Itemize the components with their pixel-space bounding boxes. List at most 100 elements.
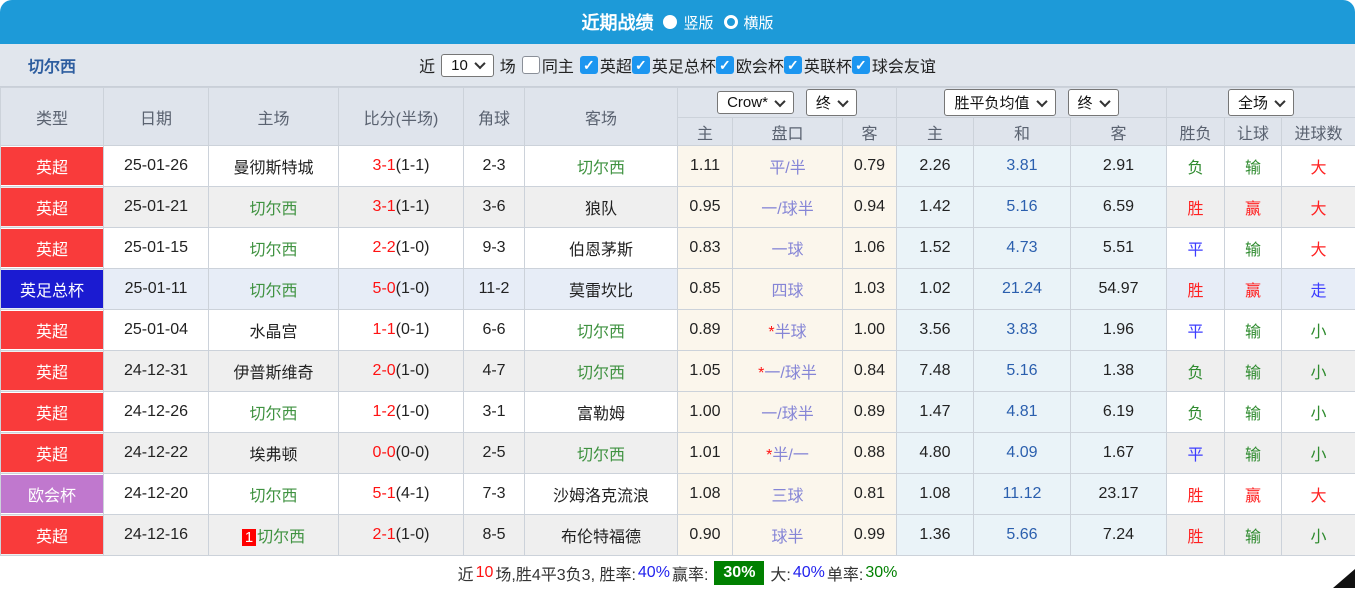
- competition-checkbox[interactable]: ✓: [716, 56, 734, 74]
- corner-cell: 3-6: [464, 187, 525, 228]
- near-label: 近: [419, 53, 435, 77]
- handicap-value: 球半: [771, 529, 803, 546]
- crow-home-odds-cell: 1.01: [678, 433, 733, 474]
- sub-header-avg-home: 主: [897, 118, 974, 146]
- competition-checkbox[interactable]: ✓: [784, 56, 802, 74]
- team-name: 切尔西: [577, 324, 625, 341]
- competition-badge: 英超: [1, 229, 103, 267]
- summary-segment: 30%: [714, 561, 764, 585]
- team-name: 切尔西: [249, 488, 297, 505]
- avg-draw-odds-cell: 11.12: [974, 474, 1071, 515]
- score-cell: 1-2(1-0): [339, 392, 464, 433]
- full-time-score: 1-1: [373, 321, 396, 338]
- competition-filter[interactable]: ✓欧会杯: [716, 53, 784, 77]
- home-team-cell: 切尔西: [209, 392, 339, 433]
- same-home-label: 同主: [542, 53, 574, 77]
- avg-away-odds-cell: 1.96: [1071, 310, 1167, 351]
- chevron-down-icon: [1036, 95, 1047, 106]
- col-header-date: 日期: [104, 88, 209, 146]
- team-name: 切尔西: [249, 283, 297, 300]
- filter-controls: 近 10 场 同主 ✓英超✓英足总杯✓欧会杯✓英联杯✓球会友谊: [419, 53, 936, 77]
- games-label: 场: [500, 53, 516, 77]
- summary-segment: 赢率:: [672, 561, 708, 585]
- spread-result-cell: 输: [1225, 310, 1282, 351]
- half-time-score: (1-0): [396, 362, 430, 379]
- handicap-value: 半/一: [772, 447, 808, 464]
- home-team-cell: 曼彻斯特城: [209, 146, 339, 187]
- crow-away-odds-cell: 1.03: [843, 269, 897, 310]
- crow-away-odds-cell: 0.88: [843, 433, 897, 474]
- summary-segment: 40%: [638, 564, 670, 582]
- summary-segment: 10: [476, 564, 494, 582]
- avg-home-odds-cell: 2.26: [897, 146, 974, 187]
- summary-segment: 近: [458, 561, 474, 585]
- crow-home-odds-cell: 0.83: [678, 228, 733, 269]
- full-time-score: 3-1: [373, 157, 396, 174]
- average-select[interactable]: 胜平负均值: [944, 89, 1055, 116]
- result-cell: 负: [1167, 392, 1225, 433]
- bookmaker-state-select[interactable]: 终: [806, 89, 857, 116]
- competition-filter[interactable]: ✓英足总杯: [632, 53, 716, 77]
- spread-result-cell: 输: [1225, 146, 1282, 187]
- half-time-score: (0-0): [396, 444, 430, 461]
- layout-option-vertical[interactable]: 竖版: [663, 12, 713, 33]
- team-name: 莫雷坎比: [569, 283, 633, 300]
- team-name: 富勒姆: [577, 406, 625, 423]
- competition-filter[interactable]: ✓英联杯: [784, 53, 852, 77]
- competition-filter[interactable]: ✓球会友谊: [852, 53, 936, 77]
- date-cell: 24-12-22: [104, 433, 209, 474]
- half-time-score: (1-1): [396, 157, 430, 174]
- same-home-filter[interactable]: 同主: [522, 53, 574, 77]
- crow-away-odds-cell: 1.06: [843, 228, 897, 269]
- layout-option-horizontal[interactable]: 横版: [724, 12, 774, 33]
- crow-home-odds-cell: 1.05: [678, 351, 733, 392]
- same-home-checkbox[interactable]: [522, 56, 540, 74]
- goals-result-cell: 大: [1282, 474, 1355, 515]
- home-team-cell: 切尔西: [209, 187, 339, 228]
- match-row: 欧会杯24-12-20切尔西5-1(4-1)7-3沙姆洛克流浪1.08三球0.8…: [1, 474, 1355, 515]
- chevron-down-icon: [1099, 95, 1110, 106]
- competition-filter[interactable]: ✓英超: [580, 53, 632, 77]
- bookmaker-select[interactable]: Crow*: [717, 91, 794, 114]
- handicap-value: 一/球半: [761, 201, 813, 218]
- corner-cell: 2-5: [464, 433, 525, 474]
- avg-draw-odds-cell: 4.09: [974, 433, 1071, 474]
- competition-type-cell: 英足总杯: [1, 269, 104, 310]
- crow-away-odds-cell: 0.99: [843, 515, 897, 556]
- radio-horizontal-icon[interactable]: [724, 15, 738, 29]
- handicap-cell: 球半: [733, 515, 843, 556]
- competition-label: 球会友谊: [872, 53, 936, 77]
- avg-home-odds-cell: 4.80: [897, 433, 974, 474]
- corner-cell: 6-6: [464, 310, 525, 351]
- away-team-cell: 切尔西: [525, 146, 678, 187]
- average-state-select[interactable]: 终: [1068, 89, 1119, 116]
- corner-cell: 7-3: [464, 474, 525, 515]
- scope-select[interactable]: 全场: [1228, 89, 1294, 116]
- avg-away-odds-cell: 6.19: [1071, 392, 1167, 433]
- crow-away-odds-cell: 1.00: [843, 310, 897, 351]
- competition-label: 英超: [600, 53, 632, 77]
- match-count-select[interactable]: 10: [441, 54, 494, 77]
- avg-draw-odds-cell: 3.81: [974, 146, 1071, 187]
- crow-away-odds-cell: 0.89: [843, 392, 897, 433]
- score-cell: 5-0(1-0): [339, 269, 464, 310]
- handicap-cell: *半/一: [733, 433, 843, 474]
- crow-away-odds-cell: 0.84: [843, 351, 897, 392]
- competition-badge: 英超: [1, 434, 103, 472]
- date-cell: 25-01-04: [104, 310, 209, 351]
- competition-checkbox[interactable]: ✓: [632, 56, 650, 74]
- competition-checkbox[interactable]: ✓: [580, 56, 598, 74]
- col-header-away: 客场: [525, 88, 678, 146]
- competition-badge: 英超: [1, 352, 103, 390]
- chevron-down-icon: [474, 58, 485, 69]
- date-cell: 24-12-16: [104, 515, 209, 556]
- crow-home-odds-cell: 1.08: [678, 474, 733, 515]
- handicap-value: 一/球半: [764, 365, 816, 382]
- goals-result-cell: 小: [1282, 310, 1355, 351]
- competition-badge: 英足总杯: [1, 270, 103, 308]
- goals-result-cell: 走: [1282, 269, 1355, 310]
- competition-checkbox[interactable]: ✓: [852, 56, 870, 74]
- full-time-score: 2-0: [373, 362, 396, 379]
- radio-vertical-icon[interactable]: [663, 15, 677, 29]
- result-cell: 胜: [1167, 474, 1225, 515]
